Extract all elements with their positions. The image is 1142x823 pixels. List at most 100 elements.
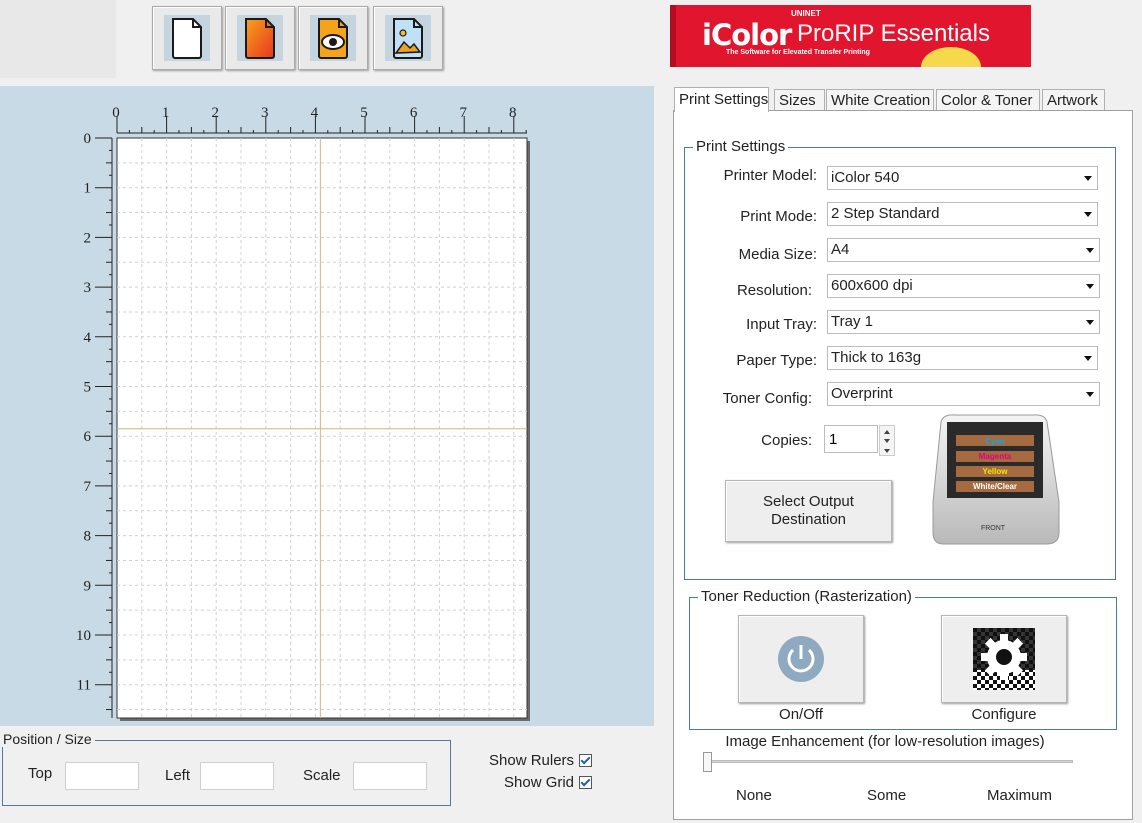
- chevron-down-icon: [1084, 212, 1092, 217]
- blank-area: [0, 0, 116, 78]
- new-document-button[interactable]: [152, 6, 222, 70]
- printer-image: Cyan Magenta Yellow White/Clear FRONT: [932, 414, 1060, 545]
- chevron-down-icon: [1086, 248, 1094, 253]
- scale-label: Scale: [303, 767, 341, 784]
- left-ruler-label: 3: [84, 280, 92, 296]
- show-rulers-check[interactable]: [579, 754, 593, 767]
- onoff-label: On/Off: [779, 706, 823, 723]
- top-ruler-label: 4: [311, 105, 319, 121]
- show-grid-checkbox[interactable]: Show Grid: [504, 774, 593, 791]
- top-ruler-label: 6: [410, 105, 418, 121]
- blank-page-icon: [172, 18, 202, 59]
- media-size-select[interactable]: A4: [827, 238, 1100, 262]
- left-ruler-label: 8: [84, 529, 92, 545]
- toner-onoff-button[interactable]: [738, 615, 864, 703]
- app-logo: iColor UNINET ProRIP Essentials The Soft…: [670, 5, 1031, 67]
- top-ruler-label: 0: [112, 105, 120, 121]
- left-ruler-label: 10: [76, 628, 91, 644]
- toner-config-value: Overprint: [831, 385, 893, 402]
- top-ruler-label: 5: [360, 105, 368, 121]
- left-ruler-label: 2: [84, 230, 92, 246]
- show-grid-check[interactable]: [579, 776, 593, 789]
- paper-type-label: Paper Type:: [736, 352, 817, 369]
- power-icon: [778, 636, 824, 682]
- media-size-label: Media Size:: [738, 246, 817, 263]
- tab-white-creation[interactable]: White Creation: [826, 89, 934, 110]
- input-tray-select[interactable]: Tray 1: [827, 310, 1100, 334]
- spin-up-button[interactable]: [880, 427, 894, 436]
- left-ruler-label: 5: [84, 380, 92, 396]
- show-rulers-checkbox[interactable]: Show Rulers: [489, 752, 593, 769]
- copies-input[interactable]: [824, 425, 878, 453]
- chevron-down-icon: [1084, 356, 1092, 361]
- printer-front-label: FRONT: [981, 525, 1006, 532]
- tab-artwork[interactable]: Artwork: [1042, 89, 1105, 110]
- image-page-icon: [393, 18, 423, 59]
- select-output-destination-button[interactable]: Select Output Destination: [725, 480, 892, 542]
- spin-down-button[interactable]: [880, 446, 894, 455]
- top-ruler-label: 1: [162, 105, 170, 121]
- resolution-label: Resolution:: [736, 282, 812, 299]
- print-settings-title: Print Settings: [693, 138, 789, 155]
- gear-icon: [973, 628, 1035, 690]
- white-clear-slot-label: White/Clear: [973, 482, 1017, 491]
- toner-config-label: Toner Config:: [722, 390, 812, 407]
- enhancement-tick-maximum: Maximum: [987, 787, 1053, 804]
- image-enhancement-slider[interactable]: [703, 760, 1073, 763]
- left-ruler-label: 6: [84, 429, 92, 445]
- select-output-destination-label: Select Output Destination: [763, 493, 854, 528]
- position-size-group: Position / Size Top Left Scale: [0, 731, 451, 806]
- show-rulers-label: Show Rulers: [489, 752, 575, 769]
- top-label: Top: [28, 765, 53, 782]
- toner-config-select[interactable]: Overprint: [827, 382, 1100, 406]
- spin-mid-button[interactable]: [880, 436, 894, 445]
- print-mode-select[interactable]: 2 Step Standard: [827, 202, 1098, 226]
- configure-label: Configure: [971, 706, 1037, 723]
- copies-label: Copies:: [761, 432, 812, 449]
- image-enhancement-title: Image Enhancement (for low-resolution im…: [725, 733, 1045, 750]
- image-enhancement-thumb[interactable]: [703, 752, 712, 772]
- top-ruler-label: 7: [459, 105, 467, 121]
- logo-product: ProRIP Essentials: [797, 20, 990, 47]
- resolution-value: 600x600 dpi: [831, 277, 913, 294]
- media-size-value: A4: [831, 241, 850, 258]
- left-ruler-label: 11: [77, 678, 91, 694]
- top-ruler-label: 2: [211, 105, 219, 121]
- chevron-down-icon: [1086, 392, 1094, 397]
- page-canvas-area[interactable]: 0 1 2 3 4 5 6 7 8 0 1 2 3 4 5 6 7 8 9 10 11: [0, 86, 654, 726]
- printer-model-select[interactable]: iColor 540: [827, 166, 1098, 190]
- resolution-select[interactable]: 600x600 dpi: [827, 274, 1100, 298]
- logo-uninet: UNINET: [791, 9, 821, 18]
- top-ruler-label: 3: [261, 105, 269, 121]
- yellow-slot-label: Yellow: [983, 467, 1009, 476]
- printer-model-label: Printer Model:: [723, 167, 817, 184]
- image-button[interactable]: [373, 6, 443, 70]
- enhancement-tick-some: Some: [867, 787, 907, 804]
- logo-brand: iColor: [702, 18, 792, 52]
- show-grid-label: Show Grid: [504, 774, 575, 791]
- page: [116, 137, 528, 719]
- left-ruler-label: 4: [84, 330, 92, 346]
- eye-page-icon: [318, 18, 348, 59]
- scale-input[interactable]: [353, 762, 427, 790]
- paper-type-select[interactable]: Thick to 163g: [827, 346, 1098, 370]
- printer-model-value: iColor 540: [831, 169, 900, 186]
- tab-color-toner[interactable]: Color & Toner: [936, 89, 1040, 110]
- preview-button[interactable]: [298, 6, 368, 70]
- tab-print-settings[interactable]: Print Settings: [674, 87, 769, 112]
- color-document-button[interactable]: [225, 6, 295, 70]
- copies-spinner[interactable]: [879, 425, 895, 456]
- chevron-down-icon: [1086, 320, 1094, 325]
- chevron-down-icon: [1086, 284, 1094, 289]
- print-mode-label: Print Mode:: [740, 208, 817, 225]
- page-canvas[interactable]: 0 1 2 3 4 5 6 7 8 0 1 2 3 4 5 6 7 8 9 10 11: [0, 86, 654, 726]
- input-tray-label: Input Tray:: [746, 316, 817, 333]
- left-ruler-label: 1: [84, 181, 92, 197]
- top-input[interactable]: [65, 762, 139, 790]
- paper-type-value: Thick to 163g: [831, 349, 922, 366]
- chevron-down-icon: [1084, 176, 1092, 181]
- tab-sizes[interactable]: Sizes: [774, 89, 825, 110]
- toner-configure-button[interactable]: [941, 615, 1067, 703]
- left-input[interactable]: [200, 762, 274, 790]
- print-mode-value: 2 Step Standard: [831, 205, 940, 222]
